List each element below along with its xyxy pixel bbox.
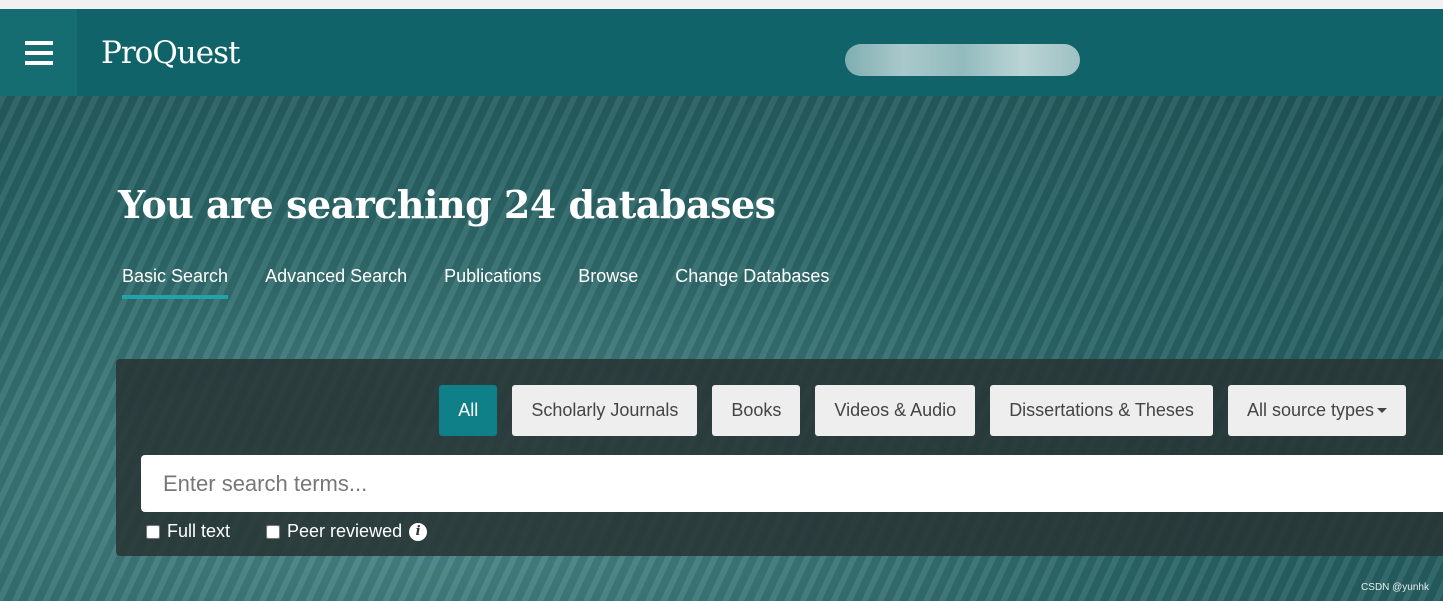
search-tabs: Basic Search Advanced Search Publication…: [122, 266, 829, 299]
all-source-types-dropdown[interactable]: All source types: [1227, 385, 1406, 436]
hamburger-menu-icon[interactable]: [0, 9, 77, 96]
database-count: 24 databases: [503, 182, 776, 227]
peer-reviewed-label: Peer reviewed: [287, 521, 403, 541]
top-header: ProQuest: [0, 9, 1443, 96]
peer-reviewed-option[interactable]: Peer reviewed i: [266, 521, 428, 542]
proquest-logo[interactable]: ProQuest: [101, 35, 240, 71]
tab-browse[interactable]: Browse: [578, 266, 638, 299]
info-icon[interactable]: i: [409, 522, 428, 541]
filter-videos-audio-button[interactable]: Videos & Audio: [815, 385, 976, 436]
filter-all-button[interactable]: All: [439, 385, 498, 436]
tab-basic-search[interactable]: Basic Search: [122, 266, 229, 299]
filter-dissertations-button[interactable]: Dissertations & Theses: [990, 385, 1213, 436]
tab-advanced-search[interactable]: Advanced Search: [265, 266, 407, 299]
caret-down-icon: [1377, 408, 1387, 413]
peer-reviewed-checkbox[interactable]: [266, 524, 281, 539]
blurred-institution-name: [845, 44, 1080, 76]
full-text-label: Full text: [167, 521, 231, 541]
search-options: Full text Peer reviewed i: [146, 521, 428, 542]
tab-change-databases[interactable]: Change Databases: [675, 266, 829, 299]
filter-books-button[interactable]: Books: [712, 385, 801, 436]
dropdown-label: All source types: [1246, 400, 1374, 420]
title-prefix: You are searching: [118, 182, 504, 227]
hero-section: You are searching 24 databases Basic Sea…: [0, 96, 1443, 601]
filter-scholarly-journals-button[interactable]: Scholarly Journals: [512, 385, 698, 436]
full-text-checkbox[interactable]: [146, 524, 160, 539]
page-title: You are searching 24 databases: [118, 182, 776, 227]
full-text-option[interactable]: Full text: [146, 521, 230, 542]
search-panel: All Scholarly Journals Books Videos & Au…: [116, 359, 1443, 556]
search-input[interactable]: [141, 455, 1443, 512]
watermark: CSDN @yunhk: [1361, 582, 1429, 593]
browser-strip: [0, 0, 1443, 9]
tab-publications[interactable]: Publications: [444, 266, 541, 299]
source-type-filters: All Scholarly Journals Books Videos & Au…: [439, 385, 1406, 436]
